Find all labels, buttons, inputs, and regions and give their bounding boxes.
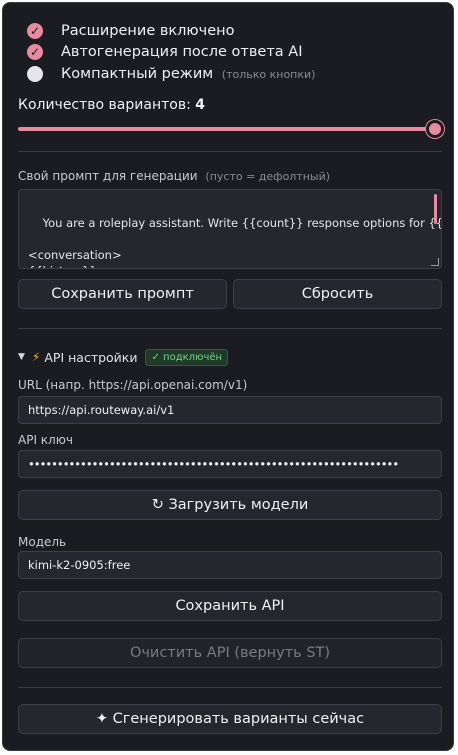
prompt-textarea[interactable]: You are a roleplay assistant. Write {{co… bbox=[18, 189, 442, 269]
model-label: Модель bbox=[18, 535, 67, 549]
connection-status-badge: ✓ подключён bbox=[145, 348, 229, 366]
variant-count-value: 4 bbox=[195, 97, 205, 113]
toggle-label: Автогенерация после ответа AI bbox=[61, 44, 303, 60]
resize-handle-icon[interactable] bbox=[431, 258, 439, 266]
variant-count-slider[interactable] bbox=[18, 127, 434, 131]
reset-button[interactable]: Сбросить bbox=[233, 279, 442, 309]
model-select[interactable]: kimi-k2-0905:free bbox=[18, 551, 442, 579]
toggle-extension-enabled[interactable]: ✓ Расширение включено bbox=[27, 21, 234, 41]
toggle-label: Расширение включено bbox=[61, 23, 235, 39]
divider bbox=[18, 687, 442, 688]
toggle-hint: (только кнопки) bbox=[221, 68, 316, 81]
prompt-hint: (пусто = дефолтный) bbox=[205, 170, 331, 183]
variant-count-text: Количество вариантов: bbox=[18, 97, 191, 113]
clear-api-button[interactable]: Очистить API (вернуть ST) bbox=[18, 638, 442, 668]
textarea-scrollbar[interactable] bbox=[434, 194, 437, 224]
generate-now-button[interactable]: ✦ Сгенерировать варианты сейчас bbox=[18, 704, 442, 734]
extension-panel: ✓ Расширение включено ✓ Автогенерация по… bbox=[2, 2, 454, 751]
triangle-down-icon: ▼ bbox=[18, 352, 25, 362]
toggle-autogeneration[interactable]: ✓ Автогенерация после ответа AI bbox=[27, 42, 302, 62]
checkbox-checked-icon[interactable]: ✓ bbox=[27, 44, 43, 60]
prompt-text: You are a roleplay assistant. Write {{co… bbox=[28, 216, 441, 268]
checkbox-unchecked-icon[interactable] bbox=[27, 66, 43, 82]
divider bbox=[18, 328, 442, 329]
api-settings-toggle[interactable]: ▼ ⚡ API настройки ✓ подключён bbox=[18, 348, 229, 366]
api-settings-title: API настройки bbox=[44, 349, 138, 365]
prompt-label-text: Свой промпт для генерации bbox=[18, 169, 198, 183]
load-models-button[interactable]: ↻ Загрузить модели bbox=[18, 490, 442, 520]
toggle-label-text: Компактный режим bbox=[61, 66, 214, 82]
save-api-button[interactable]: Сохранить API bbox=[18, 591, 442, 621]
variant-count-label: Количество вариантов: 4 bbox=[18, 97, 205, 113]
prompt-label: Свой промпт для генерации (пусто = дефол… bbox=[18, 169, 330, 183]
divider bbox=[18, 151, 442, 152]
url-input[interactable]: https://api.routeway.ai/v1 bbox=[18, 396, 442, 424]
toggle-label: Компактный режим (только кнопки) bbox=[61, 66, 315, 82]
api-key-input[interactable]: ••••••••••••••••••••••••••••••••••••••••… bbox=[18, 450, 442, 478]
checkbox-checked-icon[interactable]: ✓ bbox=[27, 23, 43, 39]
slider-thumb[interactable] bbox=[426, 120, 444, 138]
url-label: URL (напр. https://api.openai.com/v1) bbox=[18, 378, 248, 392]
api-key-label: API ключ bbox=[18, 433, 73, 447]
toggle-compact-mode[interactable]: Компактный режим (только кнопки) bbox=[27, 64, 315, 84]
save-prompt-button[interactable]: Сохранить промпт bbox=[18, 279, 227, 309]
lightning-icon: ⚡ bbox=[31, 350, 41, 364]
